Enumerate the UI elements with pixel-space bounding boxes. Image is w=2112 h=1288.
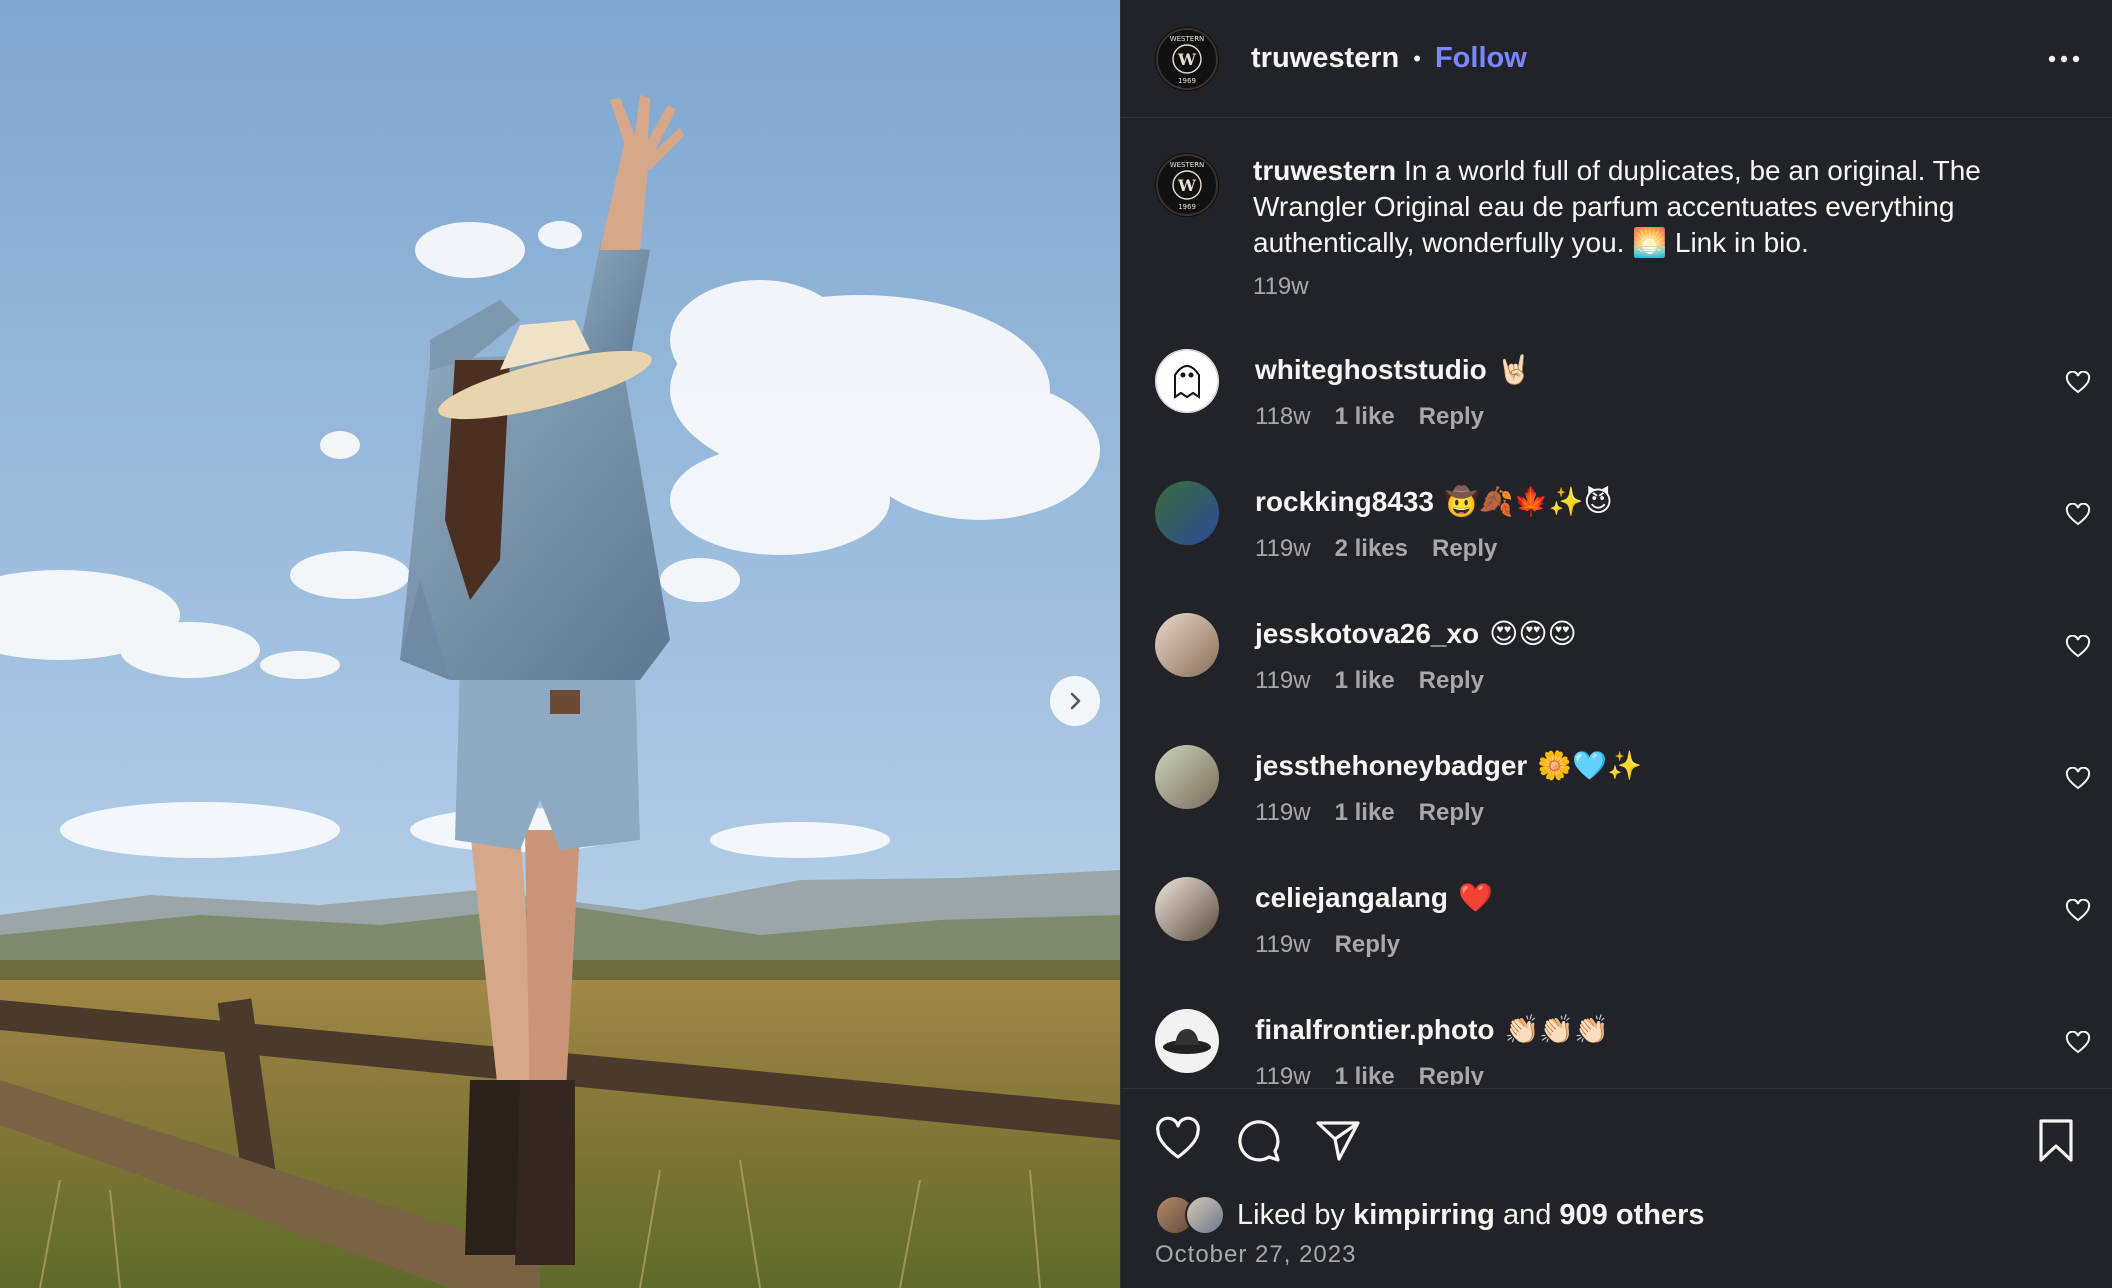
comment-likes[interactable]: 2 likes [1335, 535, 1408, 562]
svg-text:1969: 1969 [1178, 77, 1196, 85]
commenter-avatar[interactable] [1155, 745, 1219, 809]
liked-and-label: and [1502, 1198, 1552, 1231]
comment-heart-icon[interactable] [2065, 371, 2091, 395]
author-avatar[interactable]: W WESTERN 1969 [1155, 26, 1219, 91]
caption-username[interactable]: truwestern [1253, 155, 1396, 186]
comment-likes[interactable]: 1 like [1335, 799, 1395, 826]
comment-item: jessthehoneybadger 🌼🩵✨ 119w 1 like Reply [1155, 745, 2095, 845]
comment-heart-icon[interactable] [2065, 635, 2091, 659]
reply-button[interactable]: Reply [1419, 667, 1484, 694]
comment-time: 119w [1255, 931, 1311, 958]
svg-text:WESTERN: WESTERN [1170, 161, 1205, 169]
svg-text:W: W [1177, 176, 1197, 195]
svg-text:W: W [1177, 50, 1197, 69]
post-header: W WESTERN 1969 truwestern • Follow [1121, 0, 2112, 118]
post-caption: W WESTERN 1969 truwestern In a world ful… [1121, 119, 2112, 301]
commenter-avatar[interactable] [1155, 349, 1219, 413]
liked-by-label: Liked by [1237, 1198, 1346, 1231]
reply-button[interactable]: Reply [1419, 1063, 1484, 1085]
comment-item: celiejangalang ❤️ 119w Reply [1155, 877, 2095, 977]
commenter-avatar[interactable] [1155, 613, 1219, 677]
comment-time: 119w [1255, 1063, 1311, 1085]
photo-scene [0, 0, 1120, 1288]
comments-list[interactable]: W WESTERN 1969 truwestern In a world ful… [1121, 119, 2112, 1085]
liked-others-count[interactable]: 909 others [1559, 1199, 1704, 1232]
comment-icon[interactable] [1233, 1115, 1283, 1165]
comment-text: 🤠🍂🍁✨😈 [1444, 486, 1613, 517]
likes-summary: Liked by kimpirring and 909 others [1155, 1195, 1704, 1235]
liked-by-user[interactable]: kimpirring [1353, 1199, 1495, 1232]
svg-text:WESTERN: WESTERN [1170, 35, 1205, 43]
comment-text: 👏🏻👏🏻👏🏻 [1504, 1014, 1610, 1045]
post-date: October 27, 2023 [1155, 1241, 1357, 1268]
comment-heart-icon[interactable] [2065, 899, 2091, 923]
comment-text: ❤️ [1457, 882, 1493, 913]
share-icon[interactable] [1313, 1115, 1363, 1165]
comment-username[interactable]: finalfrontier.photo [1255, 1014, 1495, 1045]
comment-text: 🤘🏻 [1496, 354, 1532, 385]
follow-button[interactable]: Follow [1435, 42, 1527, 75]
liker-avatar [1185, 1195, 1225, 1235]
comment-time: 119w [1255, 667, 1311, 694]
commenter-avatar[interactable] [1155, 1009, 1219, 1073]
post-actions: Liked by kimpirring and 909 others Octob… [1121, 1088, 2112, 1288]
comment-username[interactable]: jessthehoneybadger [1255, 750, 1527, 781]
ghost-avatar-icon [1155, 349, 1219, 413]
comment-text: 🌼🩵✨ [1537, 750, 1642, 781]
comment-likes[interactable]: 1 like [1335, 667, 1395, 694]
caption-time: 119w [1253, 273, 1309, 300]
reply-button[interactable]: Reply [1419, 799, 1484, 826]
more-icon [2048, 55, 2080, 62]
comment-likes[interactable]: 1 like [1335, 403, 1395, 430]
comment-item: finalfrontier.photo 👏🏻👏🏻👏🏻 119w 1 like Repl… [1155, 1009, 2095, 1085]
cowboy-hat-avatar-icon [1163, 1029, 1211, 1054]
svg-text:1969: 1969 [1178, 203, 1196, 211]
bookmark-icon[interactable] [2031, 1115, 2081, 1165]
header-separator: • [1413, 45, 1421, 71]
more-options-button[interactable] [2044, 39, 2084, 79]
post-photo[interactable] [0, 0, 1120, 1288]
comment-item: jesskotova26_xo 😍😍😍 119w 1 like Reply [1155, 613, 2095, 713]
author-username[interactable]: truwestern [1251, 42, 1399, 75]
comment-likes[interactable]: 1 like [1335, 1063, 1395, 1085]
instagram-post: W WESTERN 1969 truwestern • Follow W WES… [0, 0, 2112, 1288]
commenter-avatar[interactable] [1155, 877, 1219, 941]
commenter-avatar[interactable] [1155, 481, 1219, 545]
comment-time: 118w [1255, 403, 1311, 430]
tru-western-logo: W WESTERN 1969 [1156, 154, 1218, 216]
reply-button[interactable]: Reply [1335, 931, 1400, 958]
liker-avatars[interactable] [1155, 1195, 1227, 1235]
comment-heart-icon[interactable] [2065, 1031, 2091, 1055]
comment-heart-icon[interactable] [2065, 767, 2091, 791]
comment-username[interactable]: jesskotova26_xo [1255, 618, 1479, 649]
comment-text: 😍😍😍 [1489, 618, 1577, 649]
next-photo-button[interactable] [1050, 676, 1100, 726]
comment-username[interactable]: celiejangalang [1255, 882, 1448, 913]
comment-username[interactable]: whiteghoststudio [1255, 354, 1487, 385]
comment-heart-icon[interactable] [2065, 503, 2091, 527]
post-side-panel: W WESTERN 1969 truwestern • Follow W WES… [1120, 0, 2112, 1288]
tru-western-logo: W WESTERN 1969 [1156, 27, 1218, 90]
comment-username[interactable]: rockking8433 [1255, 486, 1434, 517]
caption-text: truwestern In a world full of duplicates… [1253, 153, 2073, 261]
comment-time: 119w [1255, 535, 1311, 562]
comment-item: whiteghoststudio 🤘🏻 118w 1 like Reply [1155, 349, 2095, 449]
comment-item: rockking8433 🤠🍂🍁✨😈 119w 2 likes Reply [1155, 481, 2095, 581]
caption-avatar[interactable]: W WESTERN 1969 [1155, 153, 1219, 217]
reply-button[interactable]: Reply [1432, 535, 1497, 562]
reply-button[interactable]: Reply [1419, 403, 1484, 430]
next-arrow-icon [1070, 692, 1081, 710]
heart-icon[interactable] [1153, 1115, 1203, 1165]
comment-time: 119w [1255, 799, 1311, 826]
